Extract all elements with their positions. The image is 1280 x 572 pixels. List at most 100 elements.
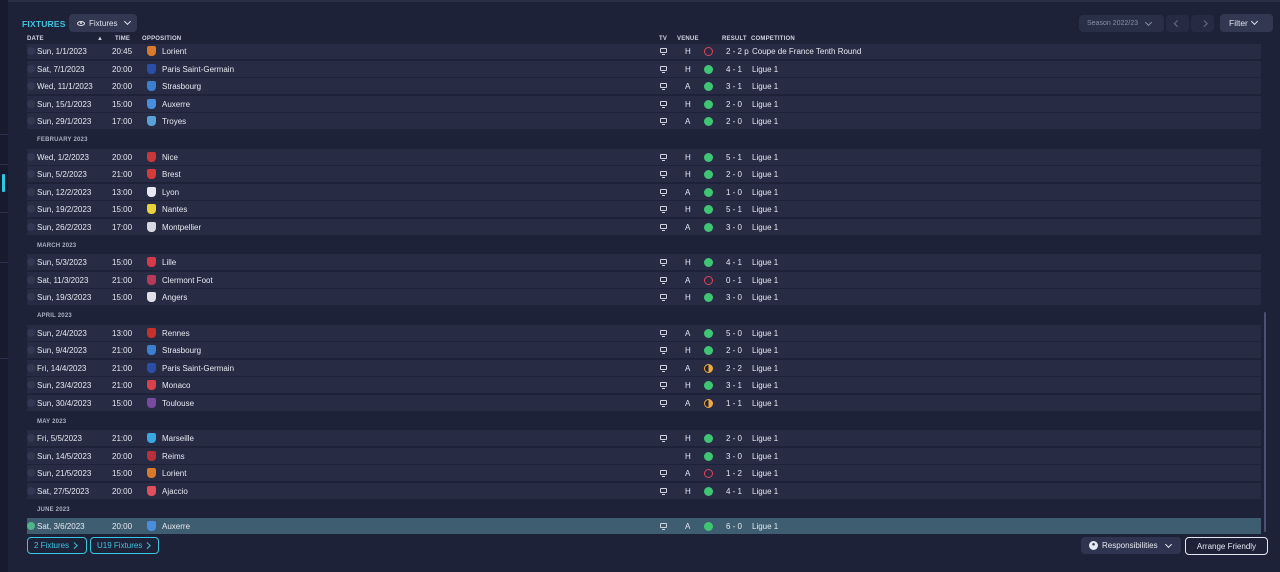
next-season-button[interactable] (1191, 15, 1214, 32)
fixture-opposition[interactable]: Toulouse (162, 399, 194, 408)
fixture-opposition[interactable]: Brest (162, 170, 181, 179)
row-status-dot[interactable] (27, 223, 35, 231)
row-status-dot[interactable] (27, 328, 35, 337)
fixture-result[interactable]: 2 - 0 (726, 100, 742, 109)
row-status-dot[interactable] (27, 469, 35, 478)
fixture-row[interactable]: Sun, 12/2/2023 13:00 Lyon A 1 - 0 Ligue 1 (27, 183, 1261, 201)
row-status-dot[interactable] (27, 399, 35, 407)
arrange-friendly-button[interactable]: Arrange Friendly (1185, 537, 1268, 555)
row-status-dot[interactable] (27, 64, 35, 73)
fixture-result[interactable]: 4 - 1 (726, 65, 742, 74)
row-status-dot[interactable] (27, 205, 35, 214)
fixture-competition[interactable]: Ligue 1 (752, 65, 778, 74)
fixture-result[interactable]: 1 - 2 (726, 469, 742, 478)
fixture-result[interactable]: 3 - 0 (726, 223, 742, 232)
fixture-result[interactable]: 6 - 0 (726, 522, 742, 531)
fixture-date[interactable]: Sun, 14/5/2023 (37, 452, 91, 461)
fixture-opposition[interactable]: Strasbourg (162, 346, 201, 355)
row-status-dot[interactable] (27, 117, 35, 126)
row-status-dot[interactable] (27, 434, 35, 443)
previous-season-button[interactable] (1166, 15, 1189, 32)
fixture-result[interactable]: 3 - 0 (726, 452, 742, 461)
fixture-date[interactable]: Sun, 5/2/2023 (37, 170, 87, 179)
fixture-date[interactable]: Sun, 2/4/2023 (37, 329, 87, 338)
fixture-date[interactable]: Sun, 21/5/2023 (37, 469, 91, 478)
scrollbar[interactable] (1264, 312, 1266, 532)
fixture-date[interactable]: Sat, 3/6/2023 (37, 522, 85, 531)
fixture-date[interactable]: Sun, 12/2/2023 (37, 188, 91, 197)
fixture-result[interactable]: 4 - 1 (726, 258, 742, 267)
row-status-dot[interactable] (27, 258, 35, 267)
fixture-date[interactable]: Sun, 9/4/2023 (37, 346, 87, 355)
fixture-row[interactable]: Sat, 27/5/2023 20:00 Ajaccio H 4 - 1 Ligue 1 (27, 483, 1261, 500)
fixture-row[interactable]: Sun, 5/2/2023 21:00 Brest H 2 - 0 Ligue 1 (27, 166, 1261, 184)
fixture-opposition[interactable]: Strasbourg (162, 82, 201, 91)
fixture-opposition[interactable]: Clermont Foot (162, 276, 213, 285)
fixture-opposition[interactable]: Lille (162, 258, 176, 267)
fixture-competition[interactable]: Ligue 1 (752, 329, 778, 338)
row-status-dot[interactable] (27, 47, 35, 55)
fixture-row[interactable]: Sun, 14/5/2023 20:00 Reims H 3 - 0 Ligue 1 (27, 447, 1261, 465)
fixture-result[interactable]: 2 - 0 (726, 170, 742, 179)
fixture-opposition[interactable]: Auxerre (162, 522, 190, 531)
row-status-dot[interactable] (27, 363, 35, 372)
fixture-opposition[interactable]: Auxerre (162, 100, 190, 109)
fixture-opposition[interactable]: Lyon (162, 188, 179, 197)
fixture-row[interactable]: Sun, 29/1/2023 17:00 Troyes A 2 - 0 Ligue 1 (27, 113, 1261, 131)
fixture-opposition[interactable]: Paris Saint-Germain (162, 65, 234, 74)
fixture-competition[interactable]: Ligue 1 (752, 346, 778, 355)
row-status-dot[interactable] (27, 451, 35, 460)
fixture-result[interactable]: 2 - 2 (726, 364, 742, 373)
fixture-row[interactable]: Sun, 19/3/2023 15:00 Angers H 3 - 0 Ligue 1 (27, 289, 1261, 307)
fixture-row[interactable]: Sun, 26/2/2023 17:00 Montpellier A 3 - 0 Ligu… (27, 219, 1261, 236)
fixture-competition[interactable]: Ligue 1 (752, 364, 778, 373)
fixture-row[interactable]: Sat, 3/6/2023 20:00 Auxerre A 6 - 0 Ligue 1 (27, 518, 1261, 536)
fixture-competition[interactable]: Ligue 1 (752, 117, 778, 126)
fixture-competition[interactable]: Ligue 1 (752, 188, 778, 197)
row-status-dot[interactable] (27, 82, 35, 91)
fixture-result[interactable]: 2 - 0 (726, 434, 742, 443)
fixture-row[interactable]: Sun, 2/4/2023 13:00 Rennes A 5 - 0 Ligue 1 (27, 324, 1261, 342)
fixture-result[interactable]: 1 - 0 (726, 188, 742, 197)
row-status-dot[interactable] (27, 381, 35, 390)
fixture-row[interactable]: Wed, 1/2/2023 20:00 Nice H 5 - 1 Ligue 1 (27, 148, 1261, 166)
row-status-dot[interactable] (27, 187, 35, 196)
fixture-row[interactable]: Sun, 23/4/2023 21:00 Monaco H 3 - 1 Ligue 1 (27, 377, 1261, 395)
fixture-competition[interactable]: Ligue 1 (752, 434, 778, 443)
two-fixtures-button[interactable]: 2 Fixtures (27, 537, 87, 554)
fixture-date[interactable]: Sat, 27/5/2023 (37, 487, 89, 496)
fixture-result[interactable]: 3 - 0 (726, 293, 742, 302)
row-status-dot[interactable] (27, 170, 35, 179)
fixture-row[interactable]: Wed, 11/1/2023 20:00 Strasbourg A 3 - 1 Ligue… (27, 78, 1261, 96)
row-status-dot[interactable] (27, 487, 35, 495)
row-status-dot[interactable] (27, 522, 35, 531)
filter-button[interactable]: Filter (1220, 14, 1273, 32)
fixture-opposition[interactable]: Lorient (162, 47, 186, 56)
fixture-competition[interactable]: Ligue 1 (752, 223, 778, 232)
fixture-competition[interactable]: Ligue 1 (752, 205, 778, 214)
fixture-opposition[interactable]: Troyes (162, 117, 186, 126)
fixture-date[interactable]: Fri, 14/4/2023 (37, 364, 86, 373)
fixture-result[interactable]: 2 - 0 (726, 117, 742, 126)
fixture-competition[interactable]: Ligue 1 (752, 100, 778, 109)
fixture-competition[interactable]: Ligue 1 (752, 487, 778, 496)
fixture-date[interactable]: Sun, 19/2/2023 (37, 205, 91, 214)
fixture-opposition[interactable]: Paris Saint-Germain (162, 364, 234, 373)
fixture-date[interactable]: Fri, 5/5/2023 (37, 434, 82, 443)
row-status-dot[interactable] (27, 293, 35, 302)
u19-fixtures-button[interactable]: U19 Fixtures (90, 537, 159, 554)
fixture-date[interactable]: Sun, 23/4/2023 (37, 381, 91, 390)
fixture-row[interactable]: Sun, 30/4/2023 15:00 Toulouse A 1 - 1 Ligue 1 (27, 395, 1261, 412)
fixture-opposition[interactable]: Reims (162, 452, 185, 461)
fixture-competition[interactable]: Ligue 1 (752, 399, 778, 408)
row-status-dot[interactable] (27, 275, 35, 284)
fixture-competition[interactable]: Ligue 1 (752, 522, 778, 531)
view-dropdown-button[interactable]: Fixtures (69, 14, 137, 32)
fixture-row[interactable]: Sun, 1/1/2023 20:45 Lorient H 2 - 2 p Coupe d… (27, 44, 1261, 60)
nav-active-indicator[interactable] (2, 174, 5, 192)
fixture-competition[interactable]: Ligue 1 (752, 452, 778, 461)
fixture-date[interactable]: Sun, 5/3/2023 (37, 258, 87, 267)
fixture-competition[interactable]: Ligue 1 (752, 258, 778, 267)
fixture-opposition[interactable]: Angers (162, 293, 187, 302)
fixture-date[interactable]: Sun, 19/3/2023 (37, 293, 91, 302)
